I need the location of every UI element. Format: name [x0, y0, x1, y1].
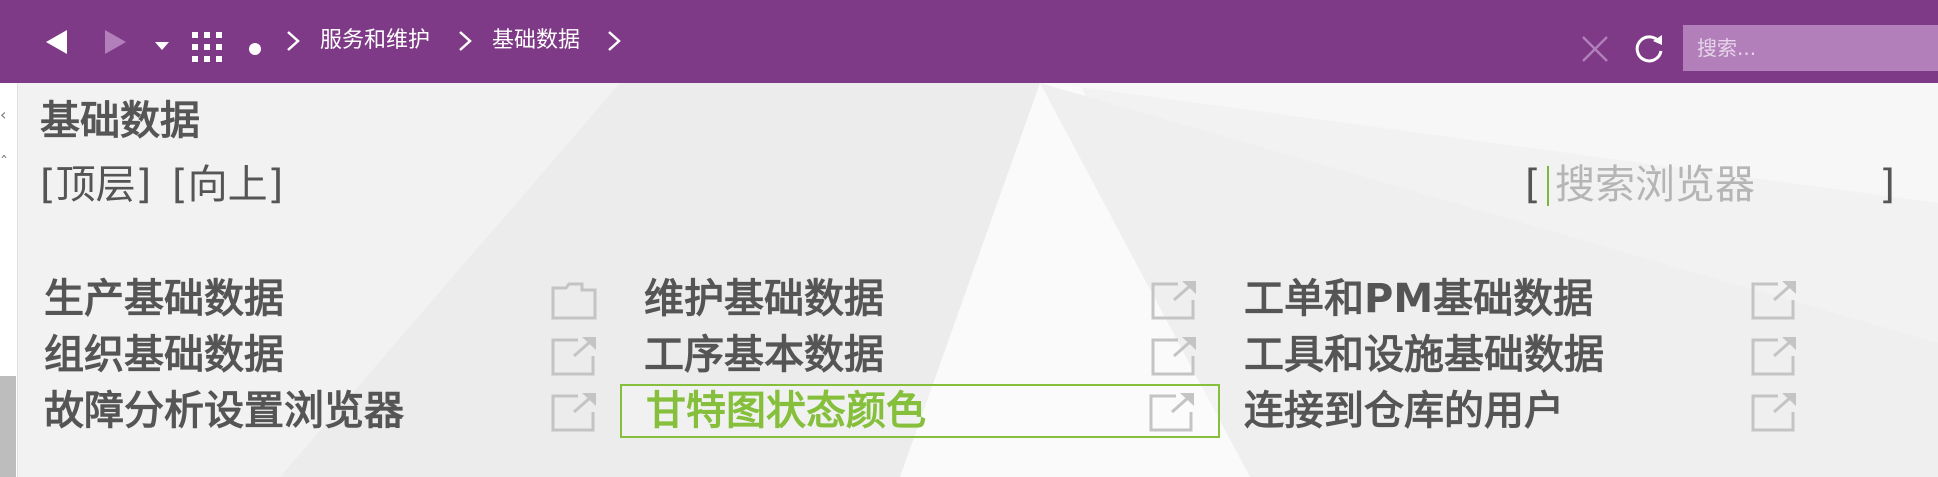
- list-item-label: 工序基本数据: [644, 332, 884, 378]
- list-item-operation-basic-data[interactable]: 工序基本数据: [622, 328, 1222, 382]
- left-panel-handle[interactable]: ‹ ˆ: [0, 83, 18, 477]
- bracket-right: ]: [1879, 162, 1895, 208]
- list-item-workorder-pm-basic-data[interactable]: 工单和PM基础数据: [1222, 272, 1822, 326]
- external-link-icon[interactable]: [1150, 334, 1198, 378]
- list-item-label: 生产基础数据: [44, 276, 284, 322]
- list-item-label: 组织基础数据: [44, 332, 284, 378]
- external-link-icon[interactable]: [550, 334, 598, 378]
- list-item-label: 故障分析设置浏览器: [44, 388, 404, 434]
- list-item-label: 维护基础数据: [644, 276, 884, 322]
- page-title: 基础数据: [40, 98, 200, 144]
- scrollbar-thumb[interactable]: [0, 376, 16, 477]
- list-item-organization-basic-data[interactable]: 组织基础数据: [22, 328, 622, 382]
- list-item-label: 工单和PM基础数据: [1244, 276, 1594, 322]
- external-link-icon[interactable]: [1750, 334, 1798, 378]
- external-link-icon[interactable]: [1150, 278, 1198, 322]
- nav-top-link[interactable]: [顶层]: [40, 162, 151, 208]
- external-link-icon[interactable]: [550, 390, 598, 434]
- list-item-maintenance-basic-data[interactable]: 维护基础数据: [622, 272, 1222, 326]
- bracket-left: [: [1525, 162, 1541, 208]
- external-link-icon[interactable]: [1750, 278, 1798, 322]
- list-item-production-basic-data[interactable]: 生产基础数据: [22, 272, 622, 326]
- list-item-label: 甘特图状态颜色: [646, 388, 926, 434]
- text-caret: [1547, 166, 1549, 206]
- external-link-icon[interactable]: [1750, 390, 1798, 434]
- browser-search-input[interactable]: [1545, 162, 1865, 208]
- list-item-gantt-status-colors[interactable]: 甘特图状态颜色: [620, 384, 1220, 438]
- list-item-users-connected-to-warehouse[interactable]: 连接到仓库的用户: [1222, 384, 1822, 438]
- list-item-tools-facilities-basic-data[interactable]: 工具和设施基础数据: [1222, 328, 1822, 382]
- external-link-icon[interactable]: [1148, 390, 1196, 434]
- chevron-up-icon[interactable]: ˆ: [0, 155, 8, 171]
- browser-search: [ ]: [1525, 160, 1895, 210]
- folder-icon[interactable]: [550, 278, 598, 322]
- nav-up-link[interactable]: [向上]: [172, 162, 283, 208]
- list-item-failure-analysis-browser[interactable]: 故障分析设置浏览器: [22, 384, 622, 438]
- collapse-left-icon[interactable]: ‹: [0, 107, 6, 123]
- list-item-label: 连接到仓库的用户: [1244, 388, 1564, 434]
- list-item-label: 工具和设施基础数据: [1244, 332, 1604, 378]
